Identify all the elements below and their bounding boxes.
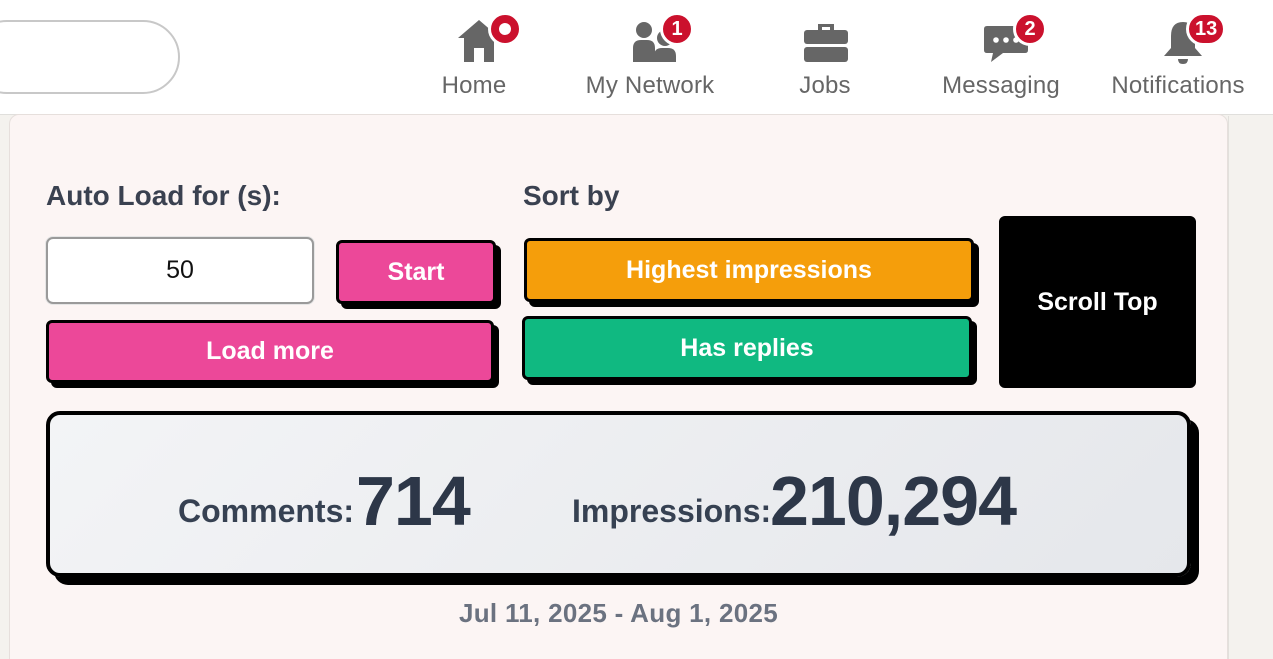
nav-label-messaging: Messaging <box>942 72 1060 99</box>
date-range: Jul 11, 2025 - Aug 1, 2025 <box>458 598 778 628</box>
start-button[interactable]: Start <box>336 240 496 304</box>
highest-impressions-button[interactable]: Highest impressions <box>524 238 974 302</box>
nav-item-messaging[interactable]: 2 Messaging <box>932 0 1070 115</box>
load-more-button-label: Load more <box>206 337 334 365</box>
message-icon: 2 <box>971 12 1047 72</box>
comments-count: 714 <box>356 462 471 540</box>
nav-item-notifications[interactable]: 13 Notifications <box>1097 0 1259 115</box>
nav-label-home: Home <box>441 72 507 99</box>
network-icon: 1 <box>620 12 694 72</box>
has-replies-button-label: Has replies <box>680 333 814 362</box>
comments-label: Comments: <box>178 493 355 529</box>
scroll-top-button-label: Scroll Top <box>1037 287 1158 316</box>
nav-item-home[interactable]: Home <box>433 0 522 115</box>
load-more-button[interactable]: Load more <box>46 320 494 383</box>
stats-card: Comments: 714 Impressions: 210,294 <box>46 411 1191 577</box>
nav-item-my-network[interactable]: 1 My Network <box>574 0 726 115</box>
notifications-badge: 13 <box>1186 12 1227 46</box>
top-navigation-bar: Home 1 My Network Jobs 2 Messaging 13 No… <box>0 0 1273 115</box>
impressions-label: Impressions: <box>572 493 772 529</box>
home-icon <box>444 12 522 72</box>
nav-label-notifications: Notifications <box>1111 72 1245 99</box>
search-input[interactable] <box>0 20 180 94</box>
messaging-badge: 2 <box>1013 12 1047 46</box>
network-badge: 1 <box>660 12 694 46</box>
nav-label-jobs: Jobs <box>799 72 851 99</box>
nav-item-jobs[interactable]: Jobs <box>785 0 865 115</box>
impressions-count: 210,294 <box>770 462 1017 540</box>
highest-impressions-button-label: Highest impressions <box>626 255 872 284</box>
start-button-label: Start <box>387 257 445 286</box>
scroll-top-button[interactable]: Scroll Top <box>999 216 1196 388</box>
sort-by-label: Sort by <box>523 180 620 211</box>
nav-label-my-network: My Network <box>585 72 715 99</box>
bell-icon: 13 <box>1148 12 1227 72</box>
auto-load-seconds-input[interactable] <box>46 237 314 304</box>
has-replies-button[interactable]: Has replies <box>522 316 972 380</box>
home-notification-dot <box>488 12 522 46</box>
right-gutter <box>1228 116 1273 659</box>
briefcase-icon <box>795 12 855 72</box>
auto-load-label: Auto Load for (s): <box>46 180 281 211</box>
